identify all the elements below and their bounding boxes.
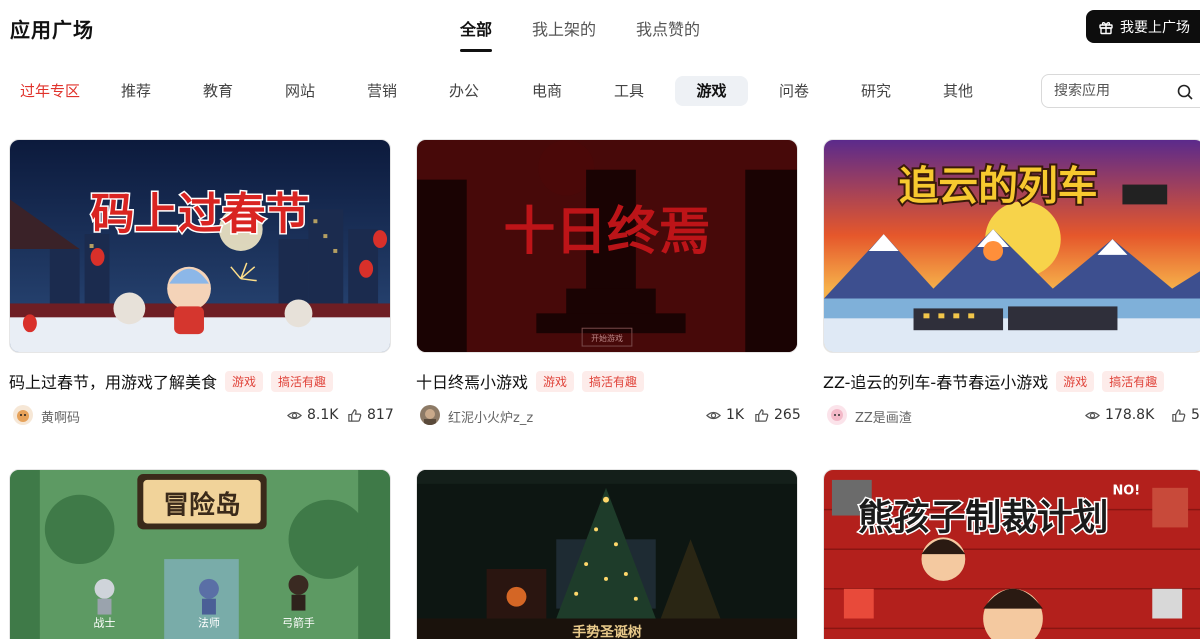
search-box [1041,74,1200,108]
like-count[interactable]: 592 [1171,407,1200,423]
page-title: 应用广场 [10,18,94,42]
app-card[interactable]: 手势圣诞树 [416,469,798,639]
category-ecommerce[interactable]: 电商 [517,76,577,106]
card-title-row: ZZ-追云的列车-春节春运小游戏 游戏 搞活有趣 [823,369,1165,393]
publish-button[interactable]: 我要上广场 [1086,10,1200,43]
card-title[interactable]: 十日终焉小游戏 [416,369,528,393]
category-games[interactable]: 游戏 [675,76,748,106]
like-count-value: 592 [1191,407,1200,423]
avatar[interactable] [827,405,847,425]
category-other[interactable]: 其他 [928,76,988,106]
app-thumbnail[interactable]: 十日终焉 开始游戏 [416,139,798,353]
card-meta: ZZ是画渣 178.8K 592 [823,405,1200,427]
gift-icon [1099,21,1113,34]
role-mage[interactable]: 法师 [198,615,220,629]
like-count[interactable]: 817 [347,407,394,423]
author-name[interactable]: ZZ是画渣 [855,407,912,426]
thumb-title: 追云的列车 [899,164,1098,210]
view-count-value: 178.8K [1105,407,1155,423]
card-title-row: 十日终焉小游戏 游戏 搞活有趣 [416,369,645,393]
thumb-title: 冒险岛 [163,490,241,521]
thumbs-up-icon [1172,408,1186,422]
view-count: 178.8K [1085,407,1154,423]
category-research[interactable]: 研究 [846,76,906,106]
thumb-title: 熊孩子制裁计划 [858,497,1109,538]
search-input[interactable] [1054,83,1164,99]
category-survey[interactable]: 问卷 [764,76,824,106]
thumbs-up-icon [348,408,362,422]
publish-label: 我要上广场 [1120,19,1190,36]
category-education[interactable]: 教育 [188,76,248,106]
like-count-value: 265 [774,407,801,423]
author-name[interactable]: 黄啊码 [41,407,80,426]
thumbs-up-icon [755,408,769,422]
app-thumbnail[interactable]: 熊孩子制裁计划 NO! [823,469,1200,639]
app-thumbnail[interactable]: 追云的列车 [823,139,1200,353]
thumb-title: 十日终焉 [504,202,711,262]
no-badge: NO! [1112,484,1140,499]
category-new-year[interactable]: 过年专区 [10,76,90,106]
app-thumbnail[interactable]: 手势圣诞树 [416,469,798,639]
thumb-title: 码上过春节 [91,189,310,240]
card-title[interactable]: ZZ-追云的列车-春节春运小游戏 [823,369,1048,393]
tab-my-published[interactable]: 我上架的 [532,16,596,50]
search-icon[interactable] [1176,83,1194,101]
role-archer[interactable]: 弓箭手 [282,615,315,629]
card-meta: 红泥小火炉z_z 1K 265 [416,405,801,427]
category-office[interactable]: 办公 [434,76,494,106]
view-count-value: 1K [726,407,745,423]
app-card[interactable]: 追云的列车 ZZ-追云的列车-春节春运小游戏 游戏 搞活有趣 ZZ是画渣 178… [823,139,1200,429]
like-count-value: 817 [367,407,394,423]
app-card[interactable]: 熊孩子制裁计划 NO! [823,469,1200,639]
tag-fun[interactable]: 搞活有趣 [1102,370,1165,392]
card-title[interactable]: 码上过春节，用游戏了解美食 [9,369,217,393]
tag-game[interactable]: 游戏 [225,370,264,392]
tag-fun[interactable]: 搞活有趣 [271,370,334,392]
app-card[interactable]: 冒险岛 战士 法师 弓箭手 [9,469,391,639]
like-count[interactable]: 265 [754,407,801,423]
avatar[interactable] [420,405,440,425]
eye-icon [706,411,721,419]
tag-fun[interactable]: 搞活有趣 [582,370,645,392]
author-name[interactable]: 红泥小火炉z_z [448,407,533,426]
tag-game[interactable]: 游戏 [1056,370,1095,392]
view-count-value: 8.1K [307,407,339,423]
avatar[interactable] [13,405,33,425]
view-count: 8.1K [287,407,338,423]
category-bar: 过年专区 推荐 教育 网站 营销 办公 电商 工具 游戏 问卷 研究 其他 [0,72,1200,110]
category-marketing[interactable]: 营销 [352,76,412,106]
category-recommend[interactable]: 推荐 [106,76,166,106]
tab-all[interactable]: 全部 [460,16,493,52]
tab-my-liked[interactable]: 我点赞的 [636,16,700,50]
app-thumbnail[interactable]: 冒险岛 战士 法师 弓箭手 [9,469,391,639]
thumb-title: 手势圣诞树 [572,623,642,639]
card-title-row: 码上过春节，用游戏了解美食 游戏 搞活有趣 [9,369,334,393]
view-count: 1K [706,407,744,423]
top-bar: 应用广场 全部 我上架的 我点赞的 我要上广场 [0,0,1200,56]
eye-icon [287,411,302,419]
start-game-button[interactable]: 开始游戏 [591,333,623,343]
category-tools[interactable]: 工具 [599,76,659,106]
role-warrior[interactable]: 战士 [94,616,116,629]
tag-game[interactable]: 游戏 [536,370,575,392]
main-tabs: 全部 我上架的 我点赞的 [460,16,740,52]
category-website[interactable]: 网站 [270,76,330,106]
eye-icon [1085,411,1100,419]
card-meta: 黄啊码 8.1K 817 [9,405,394,427]
app-thumbnail[interactable]: 码上过春节 [9,139,391,353]
